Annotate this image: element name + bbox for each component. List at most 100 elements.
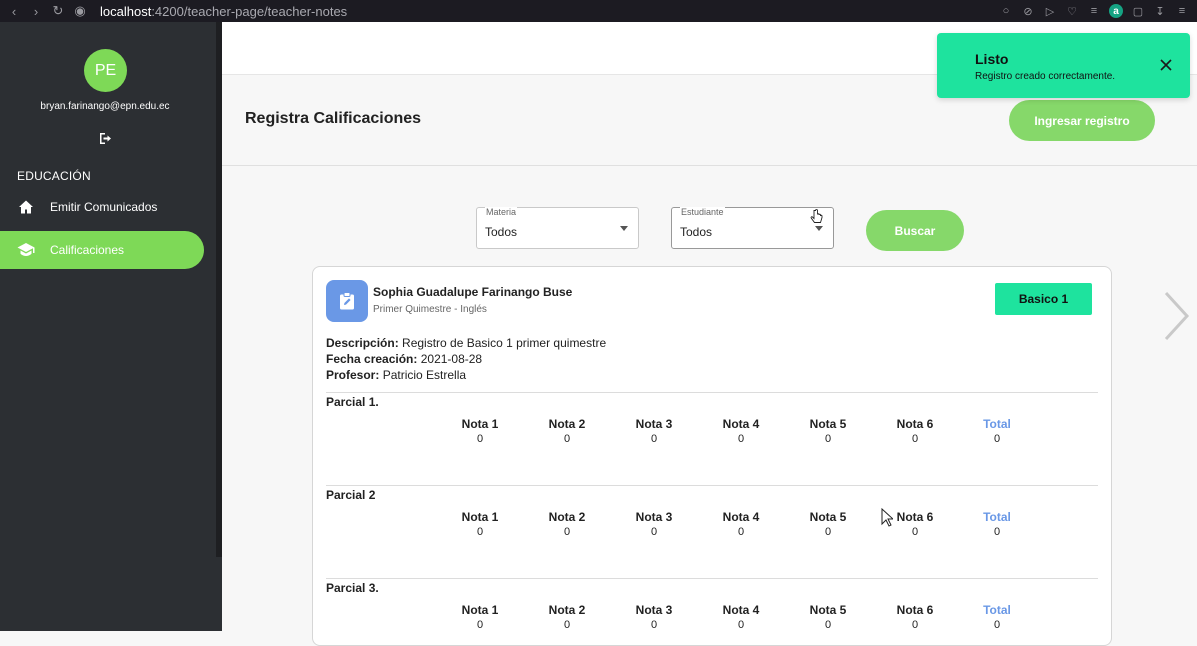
page-title: Registra Calificaciones <box>245 110 422 127</box>
cube-icon[interactable]: ▢ <box>1131 4 1145 18</box>
toast-title: Listo <box>975 51 1009 67</box>
materia-label: Materia <box>485 207 518 217</box>
date-value: 2021-08-28 <box>420 352 483 366</box>
grade-column: Nota 1 0 <box>450 510 510 538</box>
teacher-line: Profesor: Patricio Estrella <box>326 368 466 382</box>
parcial-1-title: Parcial 1. <box>326 395 379 409</box>
logout-icon[interactable] <box>99 132 112 145</box>
grade-total: Total 0 <box>967 510 1027 538</box>
home-icon <box>17 198 35 216</box>
grade-value: 0 <box>650 433 658 445</box>
parcial-3-title: Parcial 3. <box>326 581 379 595</box>
student-name: Sophia Guadalupe Farinango Buse <box>373 285 573 299</box>
grade-column: Nota 1 0 <box>450 603 510 631</box>
grade-value: 0 <box>476 619 484 631</box>
grade-column: Nota 4 0 <box>711 510 771 538</box>
grade-value: 0 <box>911 433 919 445</box>
grade-column: Nota 2 0 <box>537 510 597 538</box>
grade-total: Total 0 <box>967 603 1027 631</box>
grade-header: Nota 6 <box>896 510 934 524</box>
grade-header: Nota 2 <box>548 510 586 524</box>
camera-icon[interactable]: ○ <box>999 4 1013 18</box>
sidebar: PE bryan.farinango@epn.edu.ec EDUCACIÓN … <box>0 22 222 631</box>
grade-column: Nota 4 0 <box>711 603 771 631</box>
parcial-2-title: Parcial 2 <box>326 488 376 502</box>
section-label: EDUCACIÓN <box>17 169 91 183</box>
back-icon[interactable]: ‹ <box>6 3 22 19</box>
add-record-button[interactable]: Ingresar registro <box>1009 100 1155 141</box>
date-line: Fecha creación: 2021-08-28 <box>326 352 482 366</box>
forward-icon[interactable]: › <box>28 3 44 19</box>
grade-value: 0 <box>563 433 571 445</box>
grade-value: 0 <box>824 433 832 445</box>
reload-icon[interactable]: ↻ <box>50 3 66 19</box>
grade-header: Nota 6 <box>896 603 934 617</box>
grade-value: 0 <box>563 526 571 538</box>
block-icon[interactable]: ⊘ <box>1021 4 1035 18</box>
grade-value: 0 <box>650 526 658 538</box>
hand-cursor-icon <box>810 209 823 230</box>
grade-column: Nota 5 0 <box>798 603 858 631</box>
grade-header: Nota 1 <box>461 417 499 431</box>
grade-column: Nota 6 0 <box>885 603 945 631</box>
grade-total: Total 0 <box>967 417 1027 445</box>
student-subtitle: Primer Quimestre - Inglés <box>373 304 487 315</box>
globe-icon: ◉ <box>74 3 86 18</box>
grade-header: Nota 4 <box>722 603 760 617</box>
grade-value: 0 <box>737 433 745 445</box>
url-path: :4200/teacher-page/teacher-notes <box>151 3 348 19</box>
toast-message: Registro creado correctamente. <box>975 71 1116 82</box>
grade-column: Nota 5 0 <box>798 510 858 538</box>
heart-icon[interactable]: ♡ <box>1065 4 1079 18</box>
chevron-down-icon <box>620 226 628 231</box>
grade-value: 0 <box>737 526 745 538</box>
grade-header: Nota 2 <box>548 603 586 617</box>
materia-select[interactable]: Materia Todos <box>476 207 639 249</box>
grade-header: Nota 2 <box>548 417 586 431</box>
grade-value: 0 <box>993 619 1001 631</box>
url-bar[interactable]: localhost:4200/teacher-page/teacher-note… <box>100 4 347 19</box>
teacher-value: Patricio Estrella <box>382 368 467 382</box>
avatar[interactable]: PE <box>84 49 127 92</box>
grade-header: Nota 3 <box>635 417 673 431</box>
more-icon[interactable]: ≡ <box>1175 4 1189 18</box>
grade-column: Nota 3 0 <box>624 603 684 631</box>
level-badge: Basico 1 <box>995 283 1092 315</box>
sidebar-item-label: Emitir Comunicados <box>50 200 158 214</box>
grade-column: Nota 3 0 <box>624 510 684 538</box>
grade-value: 0 <box>993 433 1001 445</box>
grade-header: Nota 3 <box>635 510 673 524</box>
sidebar-item-emitir-comunicados[interactable]: Emitir Comunicados <box>0 188 204 226</box>
browser-toolbar: ‹ › ↻ ◉ localhost:4200/teacher-page/teac… <box>0 0 1197 22</box>
menu-icon[interactable]: ≡ <box>1087 4 1101 18</box>
sidebar-item-calificaciones[interactable]: Calificaciones <box>0 231 204 269</box>
grade-header: Nota 1 <box>461 603 499 617</box>
grade-value: 0 <box>650 619 658 631</box>
grade-column: Nota 1 0 <box>450 417 510 445</box>
grade-header: Nota 5 <box>809 417 847 431</box>
send-icon[interactable]: ▷ <box>1043 4 1057 18</box>
clipboard-edit-icon <box>326 280 368 322</box>
grade-value: 0 <box>993 526 1001 538</box>
chevron-right-icon[interactable] <box>1160 290 1192 342</box>
teacher-label: Profesor: <box>326 368 380 382</box>
grade-value: 0 <box>824 619 832 631</box>
sidebar-item-label: Calificaciones <box>50 243 125 257</box>
grade-value: 0 <box>737 619 745 631</box>
grade-header: Nota 4 <box>722 510 760 524</box>
description-value: Registro de Basico 1 primer quimestre <box>402 336 607 350</box>
materia-value: Todos <box>485 225 518 239</box>
grade-value: 0 <box>824 526 832 538</box>
grade-column: Nota 2 0 <box>537 603 597 631</box>
grades-card: Sophia Guadalupe Farinango Buse Primer Q… <box>312 266 1112 646</box>
estudiante-value: Todos <box>680 225 713 239</box>
grade-value: 0 <box>911 526 919 538</box>
grade-header: Nota 3 <box>635 603 673 617</box>
download-icon[interactable]: ↧ <box>1153 4 1167 18</box>
search-button[interactable]: Buscar <box>866 210 964 251</box>
close-icon[interactable] <box>1159 58 1173 72</box>
grade-column: Nota 4 0 <box>711 417 771 445</box>
extension-icon[interactable]: a <box>1109 4 1123 18</box>
grade-header: Nota 5 <box>809 603 847 617</box>
grade-column: Nota 5 0 <box>798 417 858 445</box>
